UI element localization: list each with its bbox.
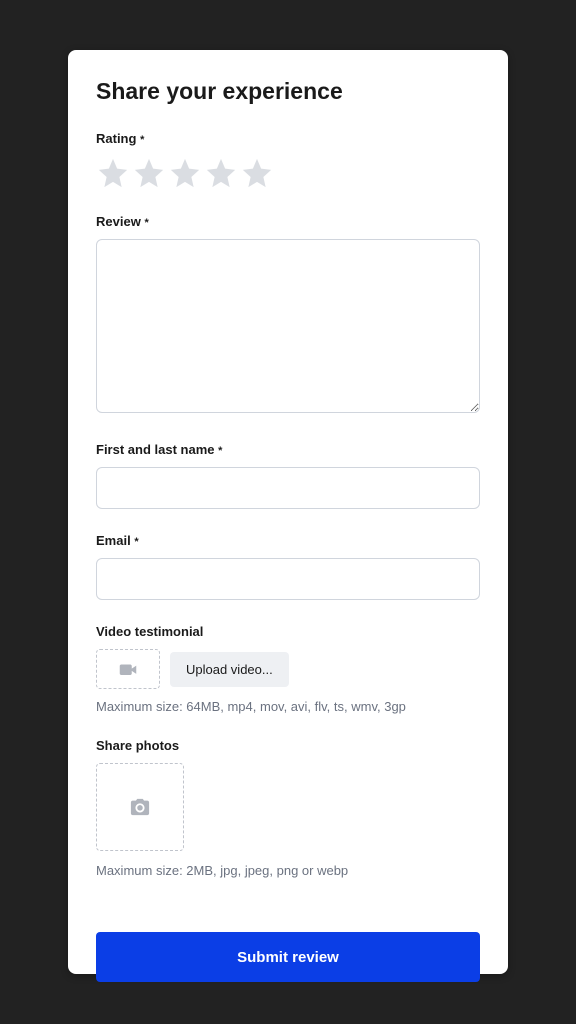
form-title: Share your experience xyxy=(96,78,480,105)
photo-upload-placeholder[interactable] xyxy=(96,763,184,851)
star-icon[interactable] xyxy=(132,156,166,190)
star-icon[interactable] xyxy=(168,156,202,190)
email-label: Email * xyxy=(96,533,480,548)
rating-field: Rating * xyxy=(96,131,480,190)
video-helper-text: Maximum size: 64MB, mp4, mov, avi, flv, … xyxy=(96,699,480,714)
name-input[interactable] xyxy=(96,467,480,509)
email-label-text: Email xyxy=(96,533,131,548)
review-form-card: Share your experience Rating * xyxy=(68,50,508,974)
star-icon[interactable] xyxy=(240,156,274,190)
rating-label-text: Rating xyxy=(96,131,136,146)
video-upload-row: Upload video... xyxy=(96,649,480,689)
camera-icon xyxy=(129,797,151,817)
video-field: Video testimonial Upload video... Maximu… xyxy=(96,624,480,714)
star-icon[interactable] xyxy=(96,156,130,190)
name-required: * xyxy=(218,445,222,457)
star-icon[interactable] xyxy=(204,156,238,190)
photos-field: Share photos Maximum size: 2MB, jpg, jpe… xyxy=(96,738,480,878)
photos-helper-text: Maximum size: 2MB, jpg, jpeg, png or web… xyxy=(96,863,480,878)
video-camera-icon xyxy=(119,662,137,676)
email-field: Email * xyxy=(96,533,480,600)
review-label: Review * xyxy=(96,214,480,229)
review-textarea[interactable] xyxy=(96,239,480,413)
email-required: * xyxy=(134,536,138,548)
name-field: First and last name * xyxy=(96,442,480,509)
rating-required: * xyxy=(140,134,144,146)
review-field: Review * xyxy=(96,214,480,418)
name-label-text: First and last name xyxy=(96,442,214,457)
name-label: First and last name * xyxy=(96,442,480,457)
video-label: Video testimonial xyxy=(96,624,480,639)
review-required: * xyxy=(144,217,148,229)
email-input[interactable] xyxy=(96,558,480,600)
photos-label: Share photos xyxy=(96,738,480,753)
star-rating[interactable] xyxy=(96,156,480,190)
upload-video-button[interactable]: Upload video... xyxy=(170,652,289,687)
submit-button[interactable]: Submit review xyxy=(96,932,480,982)
video-upload-placeholder[interactable] xyxy=(96,649,160,689)
review-label-text: Review xyxy=(96,214,141,229)
rating-label: Rating * xyxy=(96,131,480,146)
